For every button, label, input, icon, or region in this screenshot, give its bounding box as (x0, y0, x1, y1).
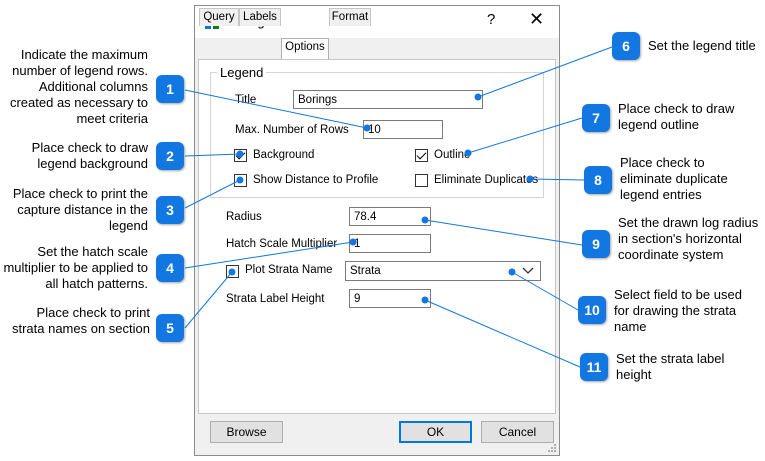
callout-badge-4: 4 (156, 254, 184, 282)
callout-badge-9: 9 (582, 230, 610, 258)
callout-text-4: Set the hatch scale multiplier to be app… (3, 244, 148, 291)
callout-badge-2: 2 (156, 142, 184, 170)
callout-text-1: Indicate the maximum number of legend ro… (9, 47, 148, 126)
callout-badge-11: 11 (580, 353, 608, 381)
callout-badge-5: 5 (156, 314, 184, 342)
callout-text-8: Place check to eliminate duplicate legen… (620, 155, 728, 202)
callout-text-10: Select field to be used for drawing the … (614, 287, 742, 334)
callout-text-5: Place check to print strata names on sec… (11, 305, 150, 336)
callout-text-2: Place check to draw legend background (31, 140, 148, 171)
callout-badge-3: 3 (156, 196, 184, 224)
callout-text-3: Place check to print the capture distanc… (12, 186, 148, 233)
callout-badge-1: 1 (156, 75, 184, 103)
tab-options[interactable]: Options (281, 38, 329, 59)
callout-text-7: Place check to draw legend outline (618, 101, 735, 132)
callout-text-11: Set the strata label height (616, 351, 725, 382)
callout-text-9: Set the drawn log radius in section's ho… (618, 215, 759, 262)
callout-badge-6: 6 (612, 32, 640, 60)
callout-text-6: Set the legend title (648, 38, 756, 53)
callout-badge-8: 8 (584, 166, 612, 194)
callout-badge-10: 10 (578, 296, 606, 324)
callout-badge-7: 7 (582, 104, 610, 132)
